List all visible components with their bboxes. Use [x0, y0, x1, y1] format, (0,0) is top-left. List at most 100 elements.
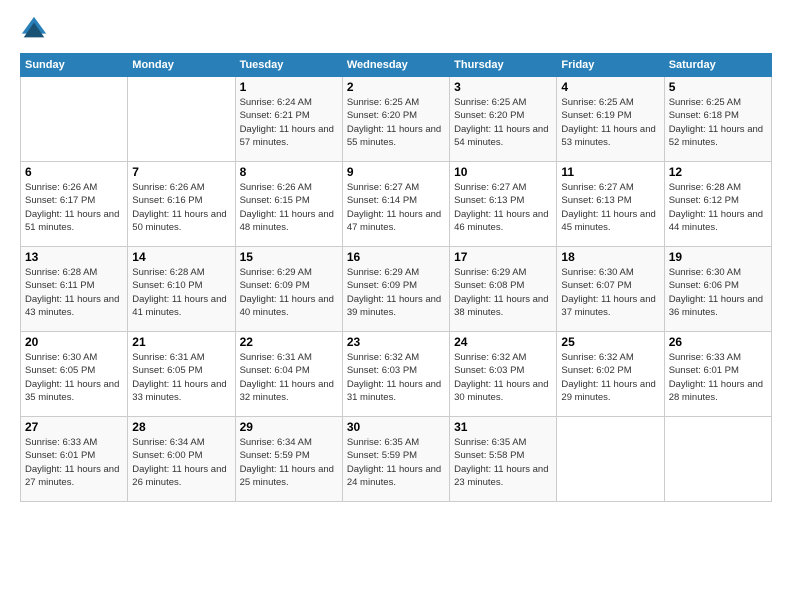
day-cell: 11 Sunrise: 6:27 AM Sunset: 6:13 PM Dayli… [557, 162, 664, 247]
day-detail: Sunrise: 6:27 AM Sunset: 6:13 PM Dayligh… [454, 181, 552, 234]
day-number: 26 [669, 335, 767, 349]
header [20, 15, 772, 43]
day-detail: Sunrise: 6:33 AM Sunset: 6:01 PM Dayligh… [25, 436, 123, 489]
day-number: 30 [347, 420, 445, 434]
day-detail: Sunrise: 6:32 AM Sunset: 6:03 PM Dayligh… [347, 351, 445, 404]
day-cell: 4 Sunrise: 6:25 AM Sunset: 6:19 PM Daylig… [557, 77, 664, 162]
day-number: 27 [25, 420, 123, 434]
day-cell: 29 Sunrise: 6:34 AM Sunset: 5:59 PM Dayli… [235, 417, 342, 502]
day-detail: Sunrise: 6:25 AM Sunset: 6:19 PM Dayligh… [561, 96, 659, 149]
day-number: 4 [561, 80, 659, 94]
day-detail: Sunrise: 6:35 AM Sunset: 5:59 PM Dayligh… [347, 436, 445, 489]
day-cell: 1 Sunrise: 6:24 AM Sunset: 6:21 PM Daylig… [235, 77, 342, 162]
day-cell: 9 Sunrise: 6:27 AM Sunset: 6:14 PM Daylig… [342, 162, 449, 247]
day-number: 21 [132, 335, 230, 349]
day-number: 15 [240, 250, 338, 264]
day-number: 7 [132, 165, 230, 179]
day-detail: Sunrise: 6:26 AM Sunset: 6:17 PM Dayligh… [25, 181, 123, 234]
day-number: 11 [561, 165, 659, 179]
day-detail: Sunrise: 6:28 AM Sunset: 6:12 PM Dayligh… [669, 181, 767, 234]
day-detail: Sunrise: 6:32 AM Sunset: 6:03 PM Dayligh… [454, 351, 552, 404]
day-number: 10 [454, 165, 552, 179]
day-cell: 3 Sunrise: 6:25 AM Sunset: 6:20 PM Daylig… [450, 77, 557, 162]
day-cell: 31 Sunrise: 6:35 AM Sunset: 5:58 PM Dayli… [450, 417, 557, 502]
day-number: 1 [240, 80, 338, 94]
logo [20, 15, 52, 43]
day-number: 6 [25, 165, 123, 179]
day-cell: 14 Sunrise: 6:28 AM Sunset: 6:10 PM Dayli… [128, 247, 235, 332]
week-row: 1 Sunrise: 6:24 AM Sunset: 6:21 PM Daylig… [21, 77, 772, 162]
day-detail: Sunrise: 6:25 AM Sunset: 6:20 PM Dayligh… [347, 96, 445, 149]
page: SundayMondayTuesdayWednesdayThursdayFrid… [0, 0, 792, 512]
day-number: 14 [132, 250, 230, 264]
day-number: 28 [132, 420, 230, 434]
day-detail: Sunrise: 6:26 AM Sunset: 6:16 PM Dayligh… [132, 181, 230, 234]
day-cell: 23 Sunrise: 6:32 AM Sunset: 6:03 PM Dayli… [342, 332, 449, 417]
day-detail: Sunrise: 6:34 AM Sunset: 6:00 PM Dayligh… [132, 436, 230, 489]
day-detail: Sunrise: 6:35 AM Sunset: 5:58 PM Dayligh… [454, 436, 552, 489]
day-detail: Sunrise: 6:28 AM Sunset: 6:10 PM Dayligh… [132, 266, 230, 319]
day-cell: 10 Sunrise: 6:27 AM Sunset: 6:13 PM Dayli… [450, 162, 557, 247]
day-cell: 2 Sunrise: 6:25 AM Sunset: 6:20 PM Daylig… [342, 77, 449, 162]
header-day: Tuesday [235, 54, 342, 77]
day-cell: 12 Sunrise: 6:28 AM Sunset: 6:12 PM Dayli… [664, 162, 771, 247]
day-cell: 22 Sunrise: 6:31 AM Sunset: 6:04 PM Dayli… [235, 332, 342, 417]
day-cell: 19 Sunrise: 6:30 AM Sunset: 6:06 PM Dayli… [664, 247, 771, 332]
day-detail: Sunrise: 6:33 AM Sunset: 6:01 PM Dayligh… [669, 351, 767, 404]
day-number: 25 [561, 335, 659, 349]
day-cell: 8Sunrise: 6:26 AM Sunset: 6:15 PM Daylig… [235, 162, 342, 247]
day-detail: Sunrise: 6:32 AM Sunset: 6:02 PM Dayligh… [561, 351, 659, 404]
day-detail: Sunrise: 6:24 AM Sunset: 6:21 PM Dayligh… [240, 96, 338, 149]
week-row: 6 Sunrise: 6:26 AM Sunset: 6:17 PM Daylig… [21, 162, 772, 247]
week-row: 13 Sunrise: 6:28 AM Sunset: 6:11 PM Dayli… [21, 247, 772, 332]
day-detail: Sunrise: 6:27 AM Sunset: 6:14 PM Dayligh… [347, 181, 445, 234]
calendar-table: SundayMondayTuesdayWednesdayThursdayFrid… [20, 53, 772, 502]
day-cell: 13 Sunrise: 6:28 AM Sunset: 6:11 PM Dayli… [21, 247, 128, 332]
header-day: Sunday [21, 54, 128, 77]
day-number: 2 [347, 80, 445, 94]
day-number: 20 [25, 335, 123, 349]
day-cell [557, 417, 664, 502]
day-number: 31 [454, 420, 552, 434]
header-day: Friday [557, 54, 664, 77]
day-number: 9 [347, 165, 445, 179]
day-detail: Sunrise: 6:25 AM Sunset: 6:18 PM Dayligh… [669, 96, 767, 149]
day-number: 13 [25, 250, 123, 264]
day-detail: Sunrise: 6:30 AM Sunset: 6:06 PM Dayligh… [669, 266, 767, 319]
day-detail: Sunrise: 6:34 AM Sunset: 5:59 PM Dayligh… [240, 436, 338, 489]
day-number: 8 [240, 165, 338, 179]
day-detail: Sunrise: 6:25 AM Sunset: 6:20 PM Dayligh… [454, 96, 552, 149]
header-row: SundayMondayTuesdayWednesdayThursdayFrid… [21, 54, 772, 77]
day-detail: Sunrise: 6:27 AM Sunset: 6:13 PM Dayligh… [561, 181, 659, 234]
day-number: 18 [561, 250, 659, 264]
day-cell: 30 Sunrise: 6:35 AM Sunset: 5:59 PM Dayli… [342, 417, 449, 502]
day-number: 17 [454, 250, 552, 264]
day-number: 19 [669, 250, 767, 264]
header-day: Wednesday [342, 54, 449, 77]
day-cell [128, 77, 235, 162]
day-detail: Sunrise: 6:29 AM Sunset: 6:08 PM Dayligh… [454, 266, 552, 319]
day-detail: Sunrise: 6:31 AM Sunset: 6:04 PM Dayligh… [240, 351, 338, 404]
day-cell: 6 Sunrise: 6:26 AM Sunset: 6:17 PM Daylig… [21, 162, 128, 247]
day-cell: 5 Sunrise: 6:25 AM Sunset: 6:18 PM Daylig… [664, 77, 771, 162]
day-detail: Sunrise: 6:28 AM Sunset: 6:11 PM Dayligh… [25, 266, 123, 319]
day-detail: Sunrise: 6:30 AM Sunset: 6:07 PM Dayligh… [561, 266, 659, 319]
day-number: 22 [240, 335, 338, 349]
day-number: 12 [669, 165, 767, 179]
day-cell: 24Sunrise: 6:32 AM Sunset: 6:03 PM Dayli… [450, 332, 557, 417]
day-number: 23 [347, 335, 445, 349]
day-cell: 17 Sunrise: 6:29 AM Sunset: 6:08 PM Dayli… [450, 247, 557, 332]
day-cell [664, 417, 771, 502]
day-number: 3 [454, 80, 552, 94]
day-detail: Sunrise: 6:29 AM Sunset: 6:09 PM Dayligh… [240, 266, 338, 319]
week-row: 20Sunrise: 6:30 AM Sunset: 6:05 PM Dayli… [21, 332, 772, 417]
day-number: 16 [347, 250, 445, 264]
day-number: 5 [669, 80, 767, 94]
day-number: 29 [240, 420, 338, 434]
day-detail: Sunrise: 6:31 AM Sunset: 6:05 PM Dayligh… [132, 351, 230, 404]
day-cell: 15 Sunrise: 6:29 AM Sunset: 6:09 PM Dayli… [235, 247, 342, 332]
day-cell: 7 Sunrise: 6:26 AM Sunset: 6:16 PM Daylig… [128, 162, 235, 247]
day-cell: 25 Sunrise: 6:32 AM Sunset: 6:02 PM Dayli… [557, 332, 664, 417]
day-cell: 16Sunrise: 6:29 AM Sunset: 6:09 PM Dayli… [342, 247, 449, 332]
header-day: Thursday [450, 54, 557, 77]
